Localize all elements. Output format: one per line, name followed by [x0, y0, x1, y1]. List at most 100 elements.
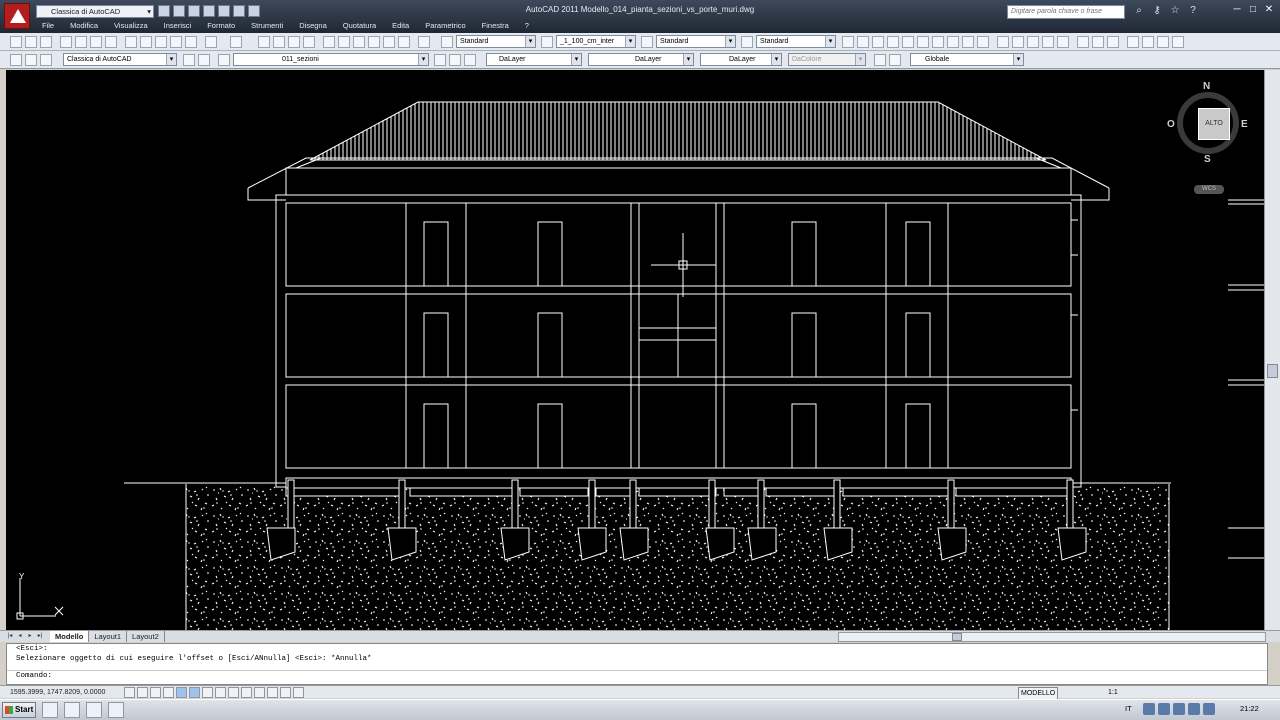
- compass-west[interactable]: O: [1167, 119, 1175, 130]
- text-style-select[interactable]: Standard: [456, 35, 536, 48]
- otrack-toggle[interactable]: [215, 687, 226, 698]
- plot-icon[interactable]: [203, 5, 215, 17]
- undo-icon[interactable]: [218, 5, 230, 17]
- application-menu-button[interactable]: [4, 3, 30, 29]
- draw-rectangle-icon[interactable]: [902, 36, 914, 48]
- viewcube[interactable]: ALTO N S E O: [1167, 81, 1248, 165]
- save-file-icon[interactable]: [40, 36, 52, 48]
- tab-last-button[interactable]: ▸|: [36, 632, 44, 641]
- grid-toggle[interactable]: [150, 687, 161, 698]
- drawing-area[interactable]: ALTO N S E O WCS Y: [6, 70, 1264, 630]
- snap-toggle[interactable]: [137, 687, 148, 698]
- make-block-icon[interactable]: [1012, 36, 1024, 48]
- ucs-select[interactable]: Globale: [910, 53, 1024, 66]
- minimize-button[interactable]: ─: [1230, 3, 1244, 17]
- volume-icon[interactable]: [1203, 703, 1215, 715]
- block-editor-icon[interactable]: [185, 36, 197, 48]
- make-current-layer-icon[interactable]: [434, 54, 446, 66]
- redo-icon[interactable]: [233, 5, 245, 17]
- language-indicator[interactable]: IT: [1125, 704, 1132, 713]
- viewcube-top-face[interactable]: ALTO: [1198, 108, 1230, 140]
- plotstyle-select[interactable]: DaColore: [788, 53, 866, 66]
- plot-file-icon[interactable]: [60, 36, 72, 48]
- ucs-previous-icon[interactable]: [889, 54, 901, 66]
- binoculars-icon[interactable]: ⌕: [1132, 4, 1146, 18]
- menu-finestra[interactable]: Finestra: [474, 20, 517, 32]
- tray-icon[interactable]: [1143, 703, 1155, 715]
- autocad-task-icon[interactable]: [86, 702, 102, 718]
- tab-first-button[interactable]: |◂: [6, 632, 14, 641]
- gradient-icon[interactable]: [1057, 36, 1069, 48]
- draw-polyline-icon[interactable]: [872, 36, 884, 48]
- annotation-scale[interactable]: 1:1: [1108, 687, 1118, 698]
- app-task-icon[interactable]: [108, 702, 124, 718]
- menu-formato[interactable]: Formato: [199, 20, 243, 32]
- command-prompt[interactable]: Comando:: [7, 670, 1267, 680]
- publish-icon[interactable]: [90, 36, 102, 48]
- markup-icon[interactable]: [383, 36, 395, 48]
- help-icon[interactable]: ?: [1186, 4, 1200, 18]
- quickcalc-icon[interactable]: [398, 36, 410, 48]
- color-select[interactable]: DaLayer: [486, 53, 582, 66]
- start-button[interactable]: Start: [2, 702, 36, 718]
- erase-icon[interactable]: [1127, 36, 1139, 48]
- zoom-previous-icon[interactable]: [303, 36, 315, 48]
- copy-icon[interactable]: [140, 36, 152, 48]
- region-icon[interactable]: [1077, 36, 1089, 48]
- draw-line-icon[interactable]: [842, 36, 854, 48]
- workspace-save-icon[interactable]: [25, 54, 37, 66]
- menu-edita[interactable]: Edita: [384, 20, 417, 32]
- draw-arc-icon[interactable]: [917, 36, 929, 48]
- tab-prev-button[interactable]: ◂: [16, 632, 24, 641]
- compass-east[interactable]: E: [1241, 119, 1248, 130]
- tool-palettes-icon[interactable]: [353, 36, 365, 48]
- layer-isolate-icon[interactable]: [464, 54, 476, 66]
- hatch-icon[interactable]: [1042, 36, 1054, 48]
- workspace-select[interactable]: Classica di AutoCAD: [63, 53, 177, 66]
- dim-style-select[interactable]: _1_100_cm_inter: [556, 35, 636, 48]
- menu-visualizza[interactable]: Visualizza: [106, 20, 156, 32]
- menu-inserisci[interactable]: Inserisci: [156, 20, 200, 32]
- new-file-icon[interactable]: [10, 36, 22, 48]
- menu-parametrico[interactable]: Parametrico: [417, 20, 473, 32]
- draw-revcloud-icon[interactable]: [947, 36, 959, 48]
- layer-properties-icon[interactable]: [183, 54, 195, 66]
- draw-spline-icon[interactable]: [962, 36, 974, 48]
- maximize-button[interactable]: □: [1246, 3, 1260, 17]
- search-input[interactable]: Digitare parola chiave o frase: [1007, 5, 1125, 19]
- wcs-menu[interactable]: WCS: [1194, 185, 1224, 194]
- dyn-toggle[interactable]: [241, 687, 252, 698]
- quick-properties-toggle[interactable]: [280, 687, 291, 698]
- vertical-scroll-thumb[interactable]: [1267, 364, 1278, 378]
- draw-circle-icon[interactable]: [932, 36, 944, 48]
- ucs-icon-btn[interactable]: [874, 54, 886, 66]
- lineweight-select[interactable]: DaLayer: [700, 53, 782, 66]
- menu-quotatura[interactable]: Quotatura: [335, 20, 384, 32]
- compass-south[interactable]: S: [1204, 154, 1211, 165]
- mirror-icon[interactable]: [1157, 36, 1169, 48]
- chrome-icon[interactable]: [64, 702, 80, 718]
- command-window[interactable]: <Esci>: Selezionare oggetto di cui esegu…: [6, 643, 1268, 685]
- undo-toolbar-icon[interactable]: [205, 36, 217, 48]
- zoom-realtime-icon[interactable]: [273, 36, 285, 48]
- cut-icon[interactable]: [125, 36, 137, 48]
- tray-icon[interactable]: [1158, 703, 1170, 715]
- print-icon[interactable]: [248, 5, 260, 17]
- horizontal-scroll-thumb[interactable]: [952, 633, 962, 641]
- network-icon[interactable]: [1188, 703, 1200, 715]
- match-properties-icon[interactable]: [170, 36, 182, 48]
- clock[interactable]: 21:22: [1240, 704, 1259, 713]
- tray-icon[interactable]: [1173, 703, 1185, 715]
- point-icon[interactable]: [1027, 36, 1039, 48]
- tab-layout1[interactable]: Layout1: [89, 631, 128, 642]
- lineweight-toggle[interactable]: [254, 687, 265, 698]
- draw-construction-line-icon[interactable]: [857, 36, 869, 48]
- paste-icon[interactable]: [155, 36, 167, 48]
- vertical-scrollbar[interactable]: [1264, 70, 1280, 630]
- ducs-toggle[interactable]: [228, 687, 239, 698]
- tab-next-button[interactable]: ▸: [26, 632, 34, 641]
- compass-north[interactable]: N: [1203, 81, 1210, 92]
- explorer-icon[interactable]: [42, 702, 58, 718]
- menu-help[interactable]: ?: [517, 20, 537, 32]
- save-icon[interactable]: [188, 5, 200, 17]
